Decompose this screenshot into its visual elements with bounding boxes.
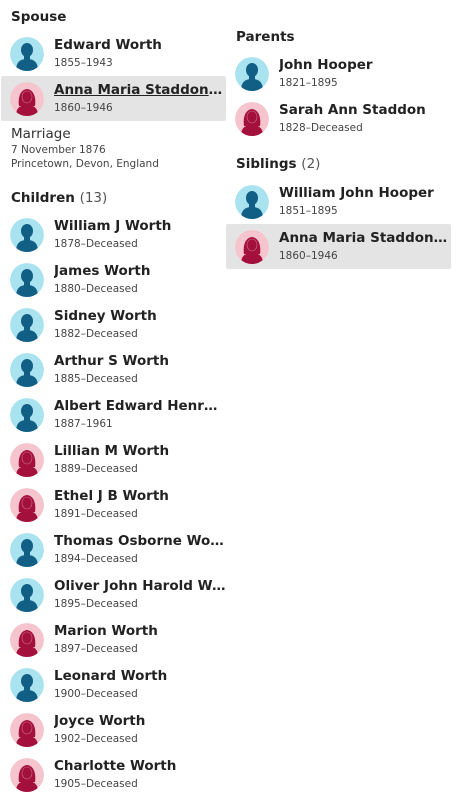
spouse-person[interactable]: Edward Worth 1855–1943 <box>1 31 226 76</box>
child-person[interactable]: Ethel J B Worth 1891–Deceased <box>1 482 226 527</box>
child-person[interactable]: James Worth 1880–Deceased <box>1 257 226 302</box>
person-dates: 1897–Deceased <box>54 643 138 655</box>
person-name: Edward Worth <box>54 37 162 53</box>
male-avatar-icon <box>10 352 44 387</box>
parents-title-text: Parents <box>236 29 295 45</box>
female-avatar-icon <box>235 101 269 136</box>
person-dates: 1851–1895 <box>279 205 338 217</box>
person-dates: 1882–Deceased <box>54 328 138 340</box>
child-person[interactable]: Lillian M Worth 1889–Deceased <box>1 437 226 482</box>
female-avatar-icon <box>10 757 44 792</box>
person-dates: 1902–Deceased <box>54 733 138 745</box>
siblings-count: (2) <box>301 156 321 172</box>
marriage-label: Marriage <box>11 126 71 142</box>
child-person[interactable]: Sidney Worth 1882–Deceased <box>1 302 226 347</box>
male-avatar-icon <box>235 56 269 91</box>
child-person[interactable]: Thomas Osborne Worth 1894–Deceased <box>1 527 226 572</box>
parent-person[interactable]: Sarah Ann Staddon 1828–Deceased <box>226 96 451 141</box>
spouse-section-title: Spouse <box>0 7 66 27</box>
person-dates: 1860–1946 <box>54 102 113 114</box>
person-dates: 1828–Deceased <box>279 122 363 134</box>
person-name: Oliver John Harold Wor... <box>54 578 226 594</box>
child-person[interactable]: William J Worth 1878–Deceased <box>1 212 226 257</box>
sibling-person[interactable]: William John Hooper 1851–1895 <box>226 179 451 224</box>
person-dates: 1860–1946 <box>279 250 338 262</box>
sibling-person-selected[interactable]: Anna Maria Staddon H... 1860–1946 <box>226 224 451 269</box>
female-avatar-icon <box>10 712 44 747</box>
parents-list: John Hooper 1821–1895 Sarah Ann Staddon 18… <box>225 51 453 141</box>
male-avatar-icon <box>10 667 44 702</box>
person-dates: 1878–Deceased <box>54 238 138 250</box>
person-dates: 1887–1961 <box>54 418 113 430</box>
person-dates: 1905–Deceased <box>54 778 138 790</box>
person-name: Anna Maria Staddon H... <box>279 230 451 246</box>
person-name: Marion Worth <box>54 623 158 639</box>
female-avatar-icon <box>10 81 44 116</box>
children-title-text: Children <box>11 190 75 206</box>
child-person[interactable]: Joyce Worth 1902–Deceased <box>1 707 226 752</box>
female-avatar-icon <box>235 229 269 264</box>
female-avatar-icon <box>10 487 44 522</box>
person-name: William John Hooper <box>279 185 434 201</box>
person-name: Charlotte Worth <box>54 758 177 774</box>
child-person[interactable]: Charlotte Worth 1905–Deceased <box>1 752 226 797</box>
marriage-info: Marriage 7 November 1876 Princetown, Dev… <box>0 125 159 171</box>
female-avatar-icon <box>10 622 44 657</box>
person-dates: 1885–Deceased <box>54 373 138 385</box>
children-section-title: Children (13) <box>0 188 107 208</box>
siblings-title-text: Siblings <box>236 156 297 172</box>
marriage-place: Princetown, Devon, England <box>11 158 159 170</box>
male-avatar-icon <box>10 577 44 612</box>
child-person[interactable]: Arthur S Worth 1885–Deceased <box>1 347 226 392</box>
person-dates: 1894–Deceased <box>54 553 138 565</box>
person-dates: 1891–Deceased <box>54 508 138 520</box>
marriage-date: 7 November 1876 <box>11 144 106 156</box>
person-name: Joyce Worth <box>54 713 146 729</box>
male-avatar-icon <box>10 217 44 252</box>
person-name: William J Worth <box>54 218 172 234</box>
person-dates: 1855–1943 <box>54 57 113 69</box>
person-name: Sidney Worth <box>54 308 157 324</box>
person-name: Anna Maria Staddon H... <box>54 82 226 98</box>
person-name: James Worth <box>54 263 151 279</box>
person-dates: 1900–Deceased <box>54 688 138 700</box>
person-name: Sarah Ann Staddon <box>279 102 426 118</box>
spouse-title-text: Spouse <box>11 9 67 25</box>
person-name: John Hooper <box>279 57 373 73</box>
person-name: Thomas Osborne Worth <box>54 533 226 549</box>
person-name: Albert Edward Henry ... <box>54 398 226 414</box>
child-person[interactable]: Albert Edward Henry ... 1887–1961 <box>1 392 226 437</box>
person-dates: 1889–Deceased <box>54 463 138 475</box>
male-avatar-icon <box>235 184 269 219</box>
children-count: (13) <box>79 190 108 206</box>
male-avatar-icon <box>10 397 44 432</box>
child-person[interactable]: Oliver John Harold Wor... 1895–Deceased <box>1 572 226 617</box>
male-avatar-icon <box>10 307 44 342</box>
person-dates: 1895–Deceased <box>54 598 138 610</box>
person-name: Leonard Worth <box>54 668 168 684</box>
person-dates: 1880–Deceased <box>54 283 138 295</box>
spouse-person-selected[interactable]: Anna Maria Staddon H... 1860–1946 <box>1 76 226 121</box>
siblings-list: William John Hooper 1851–1895 Anna Maria … <box>225 179 453 269</box>
person-name: Ethel J B Worth <box>54 488 169 504</box>
male-avatar-icon <box>10 532 44 567</box>
person-name: Lillian M Worth <box>54 443 170 459</box>
parents-section-title: Parents <box>225 27 295 47</box>
child-person[interactable]: Leonard Worth 1900–Deceased <box>1 662 226 707</box>
male-avatar-icon <box>10 36 44 71</box>
child-person[interactable]: Marion Worth 1897–Deceased <box>1 617 226 662</box>
children-list: William J Worth 1878–Deceased James Worth… <box>0 212 228 797</box>
spouse-list: Edward Worth 1855–1943 Anna Maria Staddo… <box>0 31 228 121</box>
siblings-section-title: Siblings (2) <box>225 154 320 174</box>
male-avatar-icon <box>10 262 44 297</box>
person-dates: 1821–1895 <box>279 77 338 89</box>
female-avatar-icon <box>10 442 44 477</box>
parent-person[interactable]: John Hooper 1821–1895 <box>226 51 451 96</box>
person-name: Arthur S Worth <box>54 353 169 369</box>
